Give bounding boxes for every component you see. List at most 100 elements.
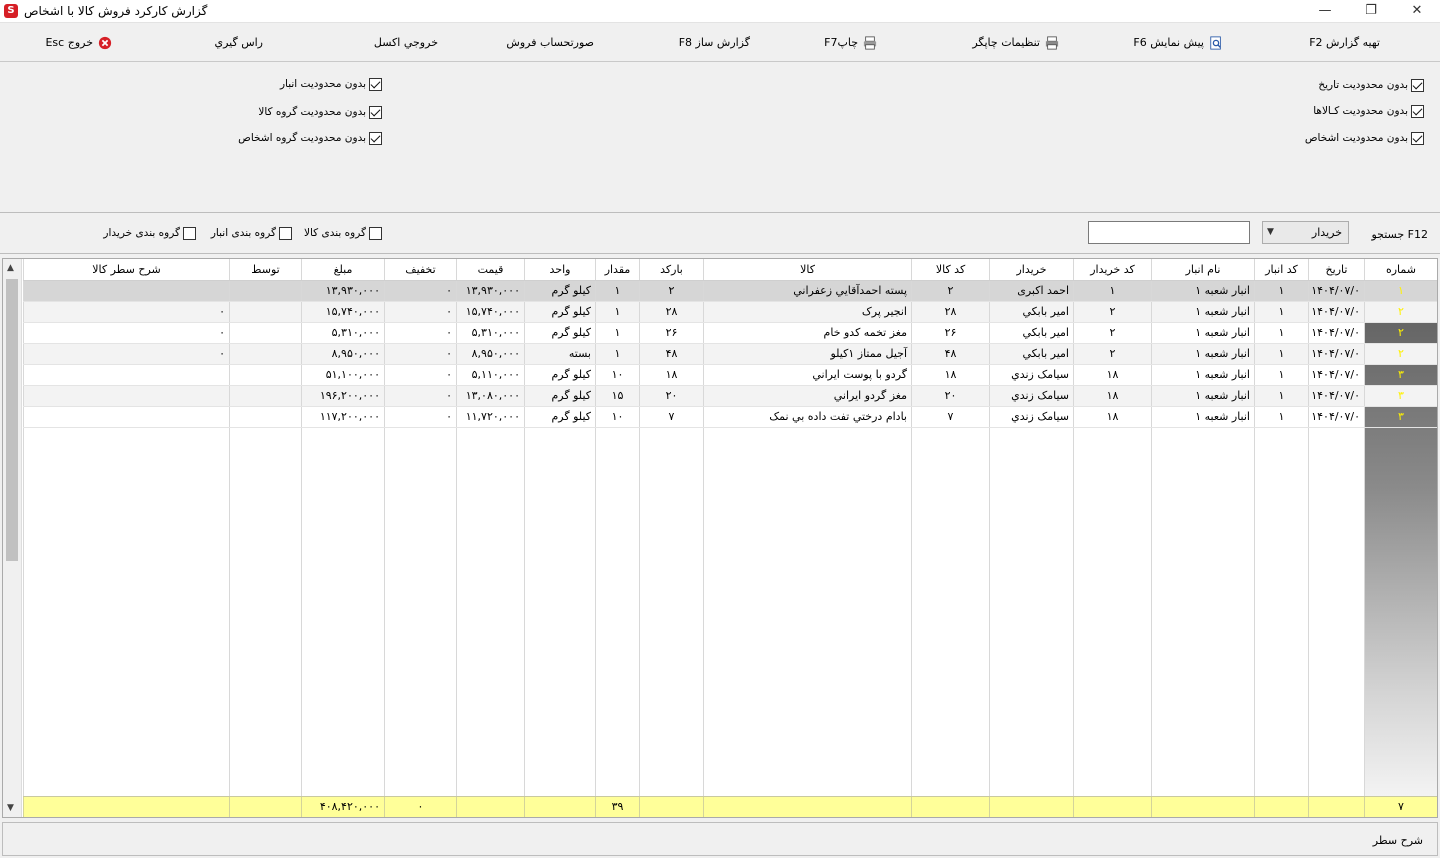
cell-discount[interactable]: ۰ [384,281,456,301]
excel-export-button[interactable]: خروجي اکسل [374,34,438,52]
cell-goods[interactable]: بادام درختي تفت داده بي نمک [703,407,911,427]
cell-goods-code[interactable]: ۱۸ [911,365,989,385]
cell-amount[interactable]: ۱۳,۹۳۰,۰۰۰ [301,281,384,301]
checkbox-box[interactable] [369,226,382,240]
cell-by[interactable] [229,365,301,385]
cell-amount[interactable]: ۵۱,۱۰۰,۰۰۰ [301,365,384,385]
cell-warehouse-code[interactable]: ۱ [1254,344,1308,364]
cell-buyer-code[interactable]: ۱۸ [1073,407,1151,427]
cell-amount[interactable]: ۱۵,۷۴۰,۰۰۰ [301,302,384,322]
column-header-buyer[interactable]: خريدار [989,259,1073,280]
cell-discount[interactable]: ۰ [384,365,456,385]
cell-unit[interactable]: کيلو گرم [524,323,595,343]
cell-amount[interactable]: ۱۱۷,۲۰۰,۰۰۰ [301,407,384,427]
checkbox-box[interactable] [369,77,382,91]
minimize-button[interactable]: — [1302,0,1348,22]
cell-by[interactable] [229,302,301,322]
cell-quantity[interactable]: ۱۰ [595,407,639,427]
cell-price[interactable]: ۵,۳۱۰,۰۰۰ [456,323,524,343]
scroll-up-icon[interactable]: ▲ [7,263,14,273]
cell-warehouse-code[interactable]: ۱ [1254,302,1308,322]
cell-row-number[interactable]: ۲ [1364,323,1437,343]
cell-row-note[interactable]: ۰ [23,323,229,343]
cell-price[interactable]: ۱۳,۰۸۰,۰۰۰ [456,386,524,406]
cell-unit[interactable]: کيلو گرم [524,365,595,385]
table-row[interactable]: ۳ ۱۴۰۴/۰۷/۰ ۱ انبار شعبه ۱ ۱۸ سيامک زندي ۲۰ مغز… [23,386,1437,407]
cell-barcode[interactable]: ۲۰ [639,386,703,406]
cell-row-note[interactable] [23,281,229,301]
checkbox-box[interactable] [1411,131,1424,145]
cell-goods-code[interactable]: ۲ [911,281,989,301]
column-header-row-note[interactable]: شرح سطر کالا [23,259,229,280]
cell-quantity[interactable]: ۱۰ [595,365,639,385]
cell-row-note[interactable]: ۰ [23,302,229,322]
cell-unit[interactable]: کيلو گرم [524,302,595,322]
group-by-goods-checkbox[interactable]: گروه بندی کالا [304,226,382,242]
table-row[interactable]: ۲ ۱۴۰۴/۰۷/۰ ۱ انبار شعبه ۱ ۲ امير بابکي ۴۸ آجيل… [23,344,1437,365]
cell-buyer[interactable]: امير بابکي [989,302,1073,322]
cell-buyer[interactable]: احمد اکبری [989,281,1073,301]
group-by-warehouse-checkbox[interactable]: گروه بندی انبار [211,226,292,242]
cell-buyer-code[interactable]: ۲ [1073,302,1151,322]
exit-button[interactable]: خروج Esc [45,34,113,52]
column-header-row-number[interactable]: شماره [1364,259,1437,280]
cell-unit[interactable]: کيلو گرم [524,407,595,427]
cell-date[interactable]: ۱۴۰۴/۰۷/۰ [1308,365,1364,385]
cell-date[interactable]: ۱۴۰۴/۰۷/۰ [1308,344,1364,364]
cell-row-number[interactable]: ۳ [1364,407,1437,427]
cell-goods-code[interactable]: ۴۸ [911,344,989,364]
column-header-goods-code[interactable]: کد کالا [911,259,989,280]
cell-buyer-code[interactable]: ۲ [1073,344,1151,364]
cell-row-note[interactable]: ۰ [23,344,229,364]
cell-discount[interactable]: ۰ [384,344,456,364]
cell-buyer-code[interactable]: ۲ [1073,323,1151,343]
no-persons-group-limit-checkbox[interactable]: بدون محدوديت گروه اشخاص [238,131,382,147]
cell-quantity[interactable]: ۱ [595,302,639,322]
cell-row-note[interactable] [23,407,229,427]
cell-discount[interactable]: ۰ [384,302,456,322]
cell-by[interactable] [229,281,301,301]
cell-price[interactable]: ۱۵,۷۴۰,۰۰۰ [456,302,524,322]
cell-warehouse-name[interactable]: انبار شعبه ۱ [1151,302,1254,322]
cell-goods[interactable]: انجير پرک [703,302,911,322]
cell-warehouse-name[interactable]: انبار شعبه ۱ [1151,323,1254,343]
cell-quantity[interactable]: ۱ [595,281,639,301]
cell-warehouse-code[interactable]: ۱ [1254,281,1308,301]
cell-row-number[interactable]: ۲ [1364,302,1437,322]
cell-discount[interactable]: ۰ [384,323,456,343]
close-button[interactable]: ✕ [1394,0,1440,22]
rounding-button[interactable]: راس گيري [214,34,263,52]
no-persons-limit-checkbox[interactable]: بدون محدوديت اشخاص [1305,131,1424,147]
cell-amount[interactable]: ۵,۳۱۰,۰۰۰ [301,323,384,343]
cell-buyer[interactable]: سيامک زندي [989,407,1073,427]
cell-price[interactable]: ۵,۱۱۰,۰۰۰ [456,365,524,385]
cell-amount[interactable]: ۱۹۶,۲۰۰,۰۰۰ [301,386,384,406]
cell-warehouse-name[interactable]: انبار شعبه ۱ [1151,365,1254,385]
chevron-down-icon[interactable]: ▼ [1267,222,1274,243]
scroll-down-icon[interactable]: ▼ [7,803,14,813]
cell-buyer[interactable]: سيامک زندي [989,386,1073,406]
cell-by[interactable] [229,386,301,406]
print-button[interactable]: چاپF7 [824,34,878,52]
cell-barcode[interactable]: ۲۶ [639,323,703,343]
search-field-select[interactable]: خريدار ▼ [1262,221,1349,244]
checkbox-box[interactable] [183,226,196,240]
sales-invoice-button[interactable]: صورتحساب فروش [506,34,594,52]
cell-date[interactable]: ۱۴۰۴/۰۷/۰ [1308,302,1364,322]
cell-goods-code[interactable]: ۲۰ [911,386,989,406]
cell-by[interactable] [229,407,301,427]
cell-date[interactable]: ۱۴۰۴/۰۷/۰ [1308,386,1364,406]
cell-by[interactable] [229,344,301,364]
column-header-quantity[interactable]: مقدار [595,259,639,280]
cell-buyer-code[interactable]: ۱ [1073,281,1151,301]
search-input[interactable] [1088,221,1250,244]
cell-row-note[interactable] [23,386,229,406]
cell-price[interactable]: ۸,۹۵۰,۰۰۰ [456,344,524,364]
cell-discount[interactable]: ۰ [384,407,456,427]
cell-row-note[interactable] [23,365,229,385]
table-row[interactable]: ۱ ۱۴۰۴/۰۷/۰ ۱ انبار شعبه ۱ ۱ احمد اکبری ۲ پسته … [23,281,1437,302]
cell-quantity[interactable]: ۱ [595,323,639,343]
column-header-price[interactable]: قيمت [456,259,524,280]
printer-settings-button[interactable]: تنظيمات چاپگر [972,34,1060,52]
cell-warehouse-code[interactable]: ۱ [1254,365,1308,385]
